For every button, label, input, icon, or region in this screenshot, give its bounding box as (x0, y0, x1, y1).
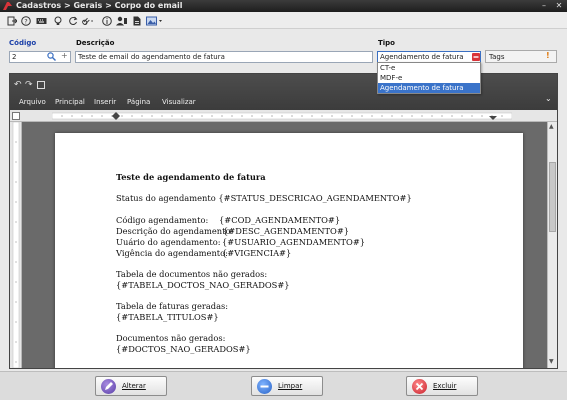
doc-line: {#TABELA_DOCTOS_NAO_GERADOS#} (116, 280, 290, 290)
limpar-label: Limpar (278, 382, 303, 390)
rich-text-editor: ↶ ↷ Arquivo Principal Inserir Página Vis… (9, 73, 558, 369)
doc-heading: Teste de agendamento de fatura (116, 172, 266, 182)
horizontal-ruler (10, 110, 557, 122)
link-icon[interactable] (82, 15, 93, 26)
descricao-label: Descrição (76, 39, 115, 47)
exit-icon[interactable] (6, 15, 17, 26)
redo-icon[interactable]: ↷ (25, 80, 33, 90)
tipo-option-cte[interactable]: CT-e (378, 63, 480, 73)
limpar-button[interactable]: Limpar (251, 376, 323, 396)
doc-line: {#VIGENCIA#} (222, 248, 292, 258)
doc-line: {#TABELA_TITULOS#} (116, 312, 219, 322)
doc-line: Status do agendamento {#STATUS_DESCRICAO… (116, 193, 412, 203)
tags-label: Tags (489, 53, 505, 61)
tipo-dropdown-list: CT-e MDF-e Agendamento de fatura (377, 62, 481, 94)
tab-arquivo[interactable]: Arquivo (19, 98, 46, 106)
undo-icon[interactable]: ↶ (14, 80, 22, 90)
vertical-scrollbar[interactable]: ▲ ▼ (547, 122, 557, 368)
doc-line: Documentos não gerados: (116, 333, 226, 343)
doc-line: Descrição do agendamento: (116, 226, 234, 236)
warning-icon: ! (546, 51, 550, 60)
doc-line: Uuário do agendamento: (116, 237, 221, 247)
tipo-option-agendamento[interactable]: Agendamento de fatura (378, 83, 480, 93)
delete-icon (412, 379, 427, 394)
document-icon[interactable] (131, 15, 142, 26)
minimize-icon[interactable]: – (539, 1, 549, 11)
document-area[interactable]: Teste de agendamento de fatura Status do… (22, 122, 547, 368)
window-title: Cadastros > Gerais > Corpo do email (16, 1, 183, 10)
search-icon[interactable] (47, 52, 56, 62)
info-icon[interactable] (101, 15, 112, 26)
scroll-down-icon[interactable]: ▼ (549, 358, 554, 365)
lightbulb-icon[interactable] (52, 15, 63, 26)
tab-visualizar[interactable]: Visualizar (162, 98, 196, 106)
doc-line: {#COD_AGENDAMENTO#} (219, 215, 341, 225)
keyboard-icon[interactable] (36, 15, 47, 26)
excluir-label: Excluir (433, 382, 457, 390)
doc-line: Tabela de faturas geradas: (116, 301, 229, 311)
scrollbar-thumb[interactable] (549, 162, 556, 232)
doc-line: Vigência do agendamento: (116, 248, 228, 258)
scroll-up-icon[interactable]: ▲ (549, 123, 554, 130)
codigo-value: 2 (12, 53, 17, 61)
tipo-value: Agendamento de fatura (380, 53, 464, 61)
ruler-ticks (52, 112, 512, 120)
tab-principal[interactable]: Principal (55, 98, 85, 106)
help-icon[interactable]: ? (20, 15, 31, 26)
edit-icon (101, 379, 116, 394)
excluir-button[interactable]: Excluir (406, 376, 478, 396)
svg-text:?: ? (24, 17, 27, 25)
doc-line: {#DOCTOS_NAO_GERADOS#} (116, 344, 251, 354)
descricao-value: Teste de email do agendamento de fatura (78, 53, 225, 61)
doc-line: {#DESC_AGENDAMENTO#} (223, 226, 350, 236)
doc-line: {#USUARIO_AGENDAMENTO#} (222, 237, 366, 247)
add-icon[interactable]: + (61, 51, 68, 60)
descricao-field[interactable]: Teste de email do agendamento de fatura (75, 51, 373, 63)
vertical-ruler (10, 122, 22, 368)
doc-line: Código agendamento: (116, 215, 209, 225)
tags-button[interactable]: Tags ! (485, 50, 557, 63)
toolbar: ? (0, 12, 567, 29)
tab-stop-icon[interactable] (12, 112, 20, 120)
dropdown-toggle-icon[interactable] (472, 53, 480, 61)
alterar-label: Alterar (122, 382, 146, 390)
user-icon[interactable] (116, 15, 127, 26)
collapse-ribbon-icon[interactable]: ⌄ (545, 94, 552, 103)
codigo-label: Código (9, 39, 37, 47)
doc-line: Tabela de documentos não gerados: (116, 269, 268, 279)
action-bar: Alterar Limpar Excluir (0, 371, 567, 400)
tab-pagina[interactable]: Página (127, 98, 150, 106)
refresh-icon[interactable] (67, 15, 78, 26)
document-page[interactable]: Teste de agendamento de fatura Status do… (55, 133, 523, 368)
app-logo-icon (3, 2, 12, 10)
tipo-option-mdfe[interactable]: MDF-e (378, 73, 480, 83)
tab-inserir[interactable]: Inserir (94, 98, 116, 106)
clear-icon (257, 379, 272, 394)
close-icon[interactable]: ✕ (554, 1, 564, 11)
title-bar: Cadastros > Gerais > Corpo do email – ✕ (0, 0, 567, 12)
tipo-label: Tipo (378, 39, 395, 47)
fullscreen-icon[interactable] (37, 81, 45, 89)
image-menu-icon[interactable] (146, 15, 164, 26)
alterar-button[interactable]: Alterar (95, 376, 167, 396)
